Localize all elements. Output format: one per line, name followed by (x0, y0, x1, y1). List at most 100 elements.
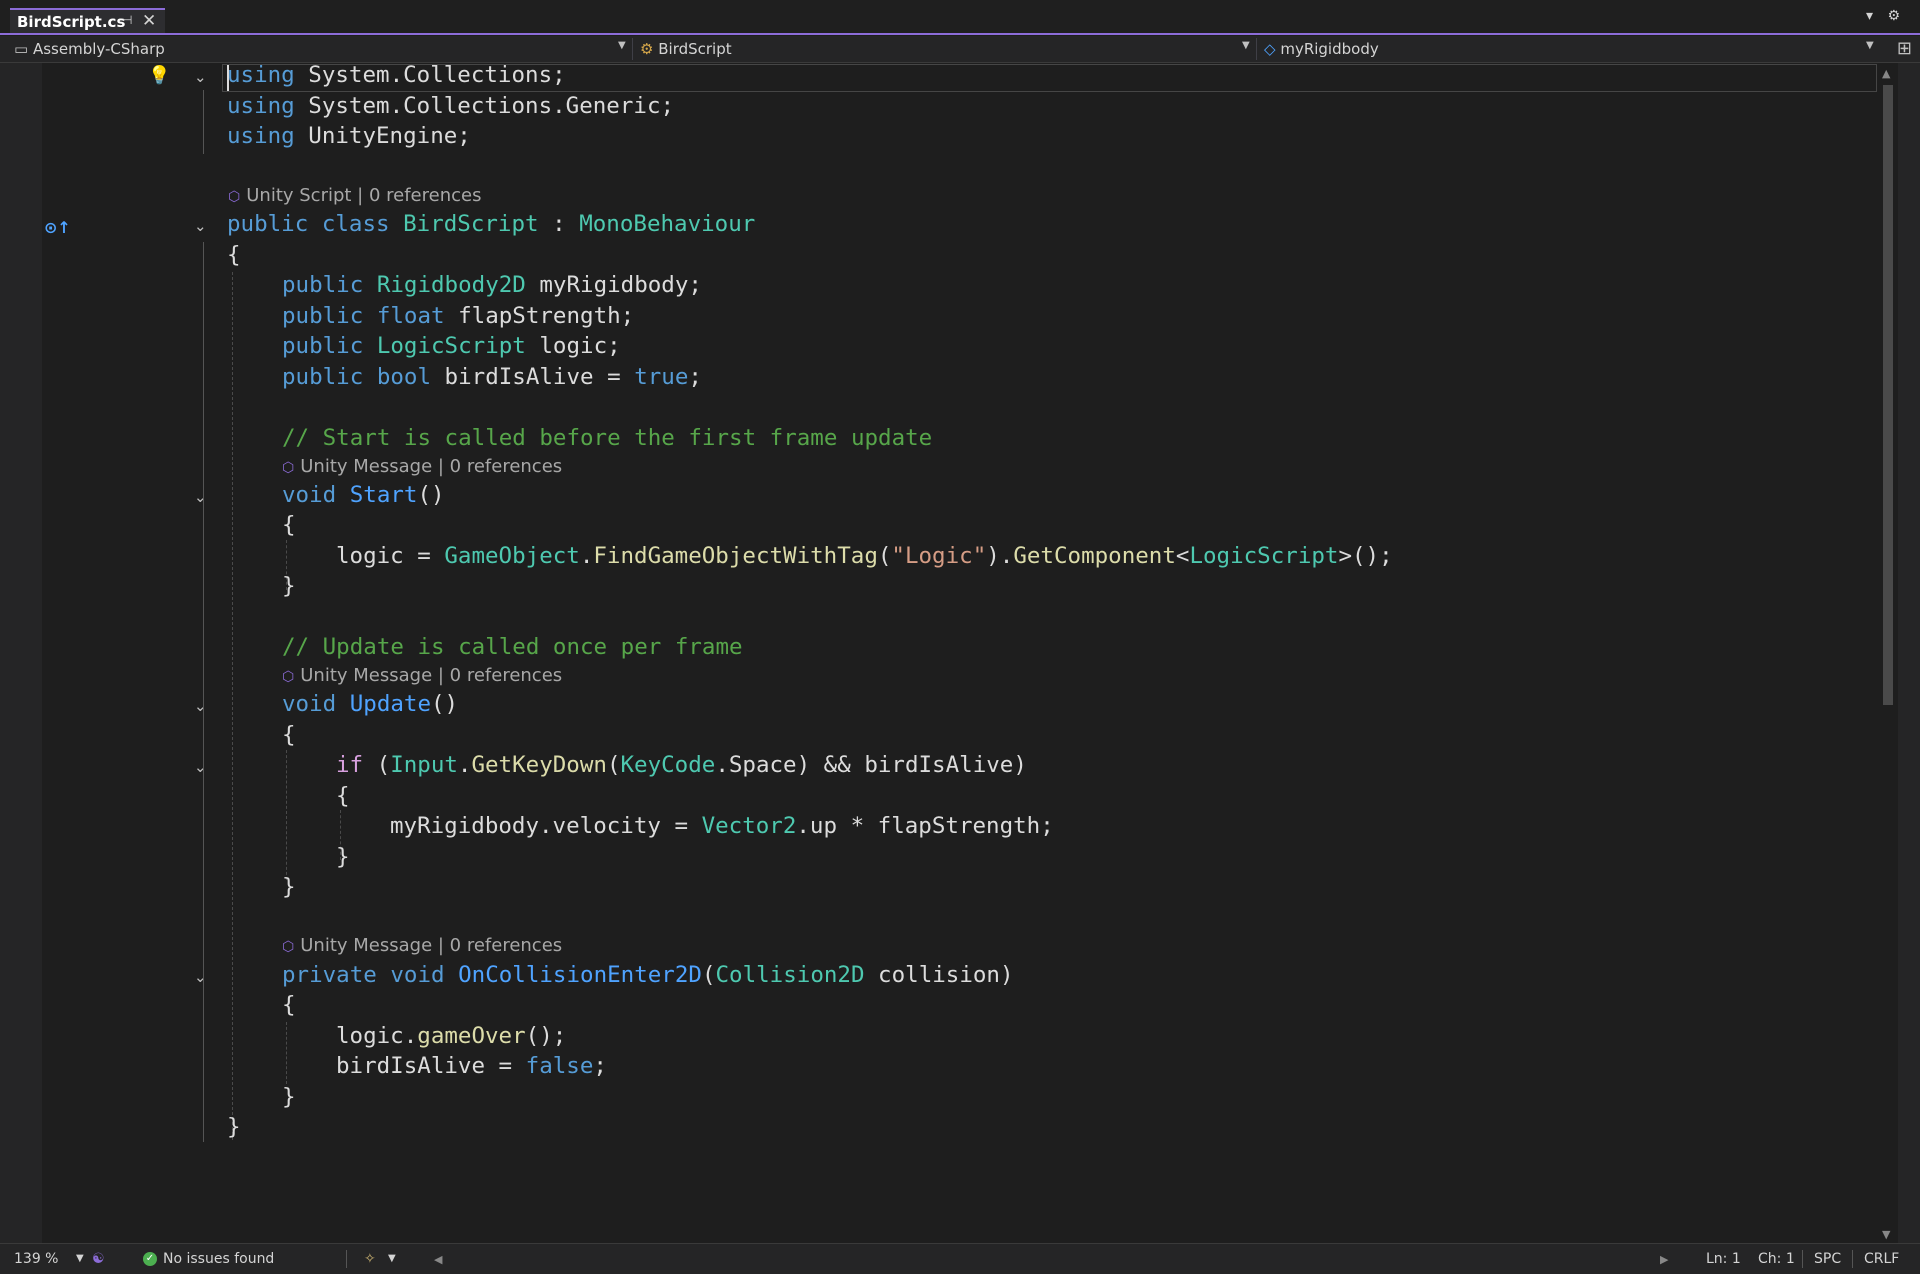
tab-overflow-icon[interactable]: ▾ (1866, 8, 1873, 24)
split-window-icon[interactable]: ⊞ (1897, 38, 1912, 59)
code-line-3[interactable]: using UnityEngine; (227, 123, 471, 149)
object-ref: logic. (336, 1023, 418, 1049)
brace: { (336, 783, 350, 809)
code-line-16[interactable]: } (282, 573, 296, 599)
field-declaration: logic; (525, 333, 621, 359)
chevron-down-icon[interactable]: ▼ (1242, 40, 1250, 51)
chevron-down-icon[interactable]: ▼ (1866, 40, 1874, 51)
member-dropdown[interactable]: ◇ myRigidbody (1264, 40, 1379, 58)
document-tab[interactable]: BirdScript.cs ⊣ ✕ (10, 8, 165, 34)
class-label: BirdScript (658, 40, 732, 58)
codelens-update[interactable]: ⬡ Unity Message | 0 references (282, 665, 562, 686)
keyword-using: using (227, 62, 295, 88)
scroll-right-icon[interactable]: ▶ (1660, 1253, 1668, 1266)
keyword-public: public (282, 333, 364, 359)
scroll-up-icon[interactable]: ▲ (1882, 67, 1890, 80)
keyword-true: true (634, 364, 689, 390)
dot: . (552, 93, 566, 119)
keyword-public: public (282, 303, 364, 329)
code-line-24[interactable]: } (336, 844, 350, 870)
code-line-18[interactable]: // Update is called once per frame (282, 634, 743, 660)
code-line-31[interactable]: } (282, 1084, 296, 1110)
keyword-bool: bool (376, 364, 432, 390)
collapse-chevron-icon[interactable]: ⌄ (194, 697, 207, 715)
code-line-27[interactable]: private void OnCollisionEnter2D(Collisio… (282, 962, 1014, 988)
code-line-19[interactable]: void Update() (282, 691, 458, 717)
class-dropdown[interactable]: ⚙ BirdScript (640, 40, 732, 58)
keyword-void: void (282, 691, 337, 717)
implements-icon[interactable]: ⊙↑ (44, 218, 71, 237)
collapse-chevron-icon[interactable]: ⌄ (194, 488, 207, 506)
code-line-32[interactable]: } (227, 1114, 241, 1140)
code-line-12[interactable]: // Start is called before the first fram… (282, 425, 932, 451)
collapse-chevron-icon[interactable]: ⌄ (194, 758, 207, 776)
code-line-15[interactable]: logic = GameObject.FindGameObjectWithTag… (336, 543, 1393, 569)
code-line-30[interactable]: birdIsAlive = false; (336, 1053, 607, 1079)
brace: } (282, 573, 296, 599)
codelens-start[interactable]: ⬡ Unity Message | 0 references (282, 456, 562, 477)
code-line-9[interactable]: public LogicScript logic; (282, 333, 621, 359)
namespace-unityengine: UnityEngine (294, 123, 458, 149)
field-declaration: birdIsAlive = (431, 364, 635, 390)
type-collision2d: Collision2D (715, 962, 865, 988)
keyword-private: private (282, 962, 377, 988)
code-line-25[interactable]: } (282, 874, 296, 900)
keyword-public: public (282, 272, 364, 298)
status-bar: 139 % ▼ ☯ ✓ No issues found ✧ ▼ ◀ ▶ Ln: 1… (0, 1243, 1920, 1274)
scroll-left-icon[interactable]: ◀ (434, 1253, 442, 1266)
brace: } (336, 844, 350, 870)
dot: . (389, 62, 404, 88)
code-line-14[interactable]: { (282, 512, 296, 538)
copilot-icon[interactable]: ☯ (92, 1251, 105, 1267)
project-dropdown[interactable]: ▭ Assembly-CSharp (14, 40, 165, 58)
member-label: myRigidbody (1280, 40, 1379, 58)
code-line-28[interactable]: { (282, 992, 296, 1018)
collapse-chevron-icon[interactable]: ⌄ (194, 217, 207, 235)
tab-title[interactable]: BirdScript.cs (17, 13, 125, 31)
collapse-chevron-icon[interactable]: ⌄ (194, 968, 207, 986)
gear-icon[interactable]: ⚙ (1887, 8, 1900, 24)
chevron-down-icon[interactable]: ▼ (76, 1253, 84, 1264)
pin-icon[interactable]: ⊣ (122, 13, 132, 27)
char-indicator[interactable]: Ch: 1 (1758, 1251, 1795, 1267)
check-circle-icon: ✓ (143, 1252, 157, 1266)
collapse-chevron-icon[interactable]: ⌄ (194, 68, 207, 86)
code-line-1[interactable]: using System.Collections; (227, 62, 566, 88)
code-line-2[interactable]: using System.Collections.Generic; (227, 93, 674, 119)
issues-indicator[interactable]: ✓ No issues found (143, 1251, 274, 1267)
lightbulb-icon[interactable]: 💡 (148, 65, 170, 86)
chevron-down-icon[interactable]: ▼ (618, 40, 626, 51)
whitespace-indicator[interactable]: SPC (1814, 1251, 1841, 1267)
code-line-7[interactable]: public Rigidbody2D myRigidbody; (282, 272, 702, 298)
nav-divider (632, 38, 633, 60)
code-line-20[interactable]: { (282, 722, 296, 748)
code-line-23[interactable]: myRigidbody.velocity = Vector2.up * flap… (390, 813, 1054, 839)
scroll-down-icon[interactable]: ▼ (1882, 1228, 1890, 1241)
zoom-level[interactable]: 139 % (14, 1251, 58, 1267)
chevron-down-icon[interactable]: ▼ (388, 1253, 396, 1264)
codelens-class[interactable]: ⬡ Unity Script | 0 references (228, 185, 481, 206)
line-ending-indicator[interactable]: CRLF (1864, 1251, 1899, 1267)
code-line-21[interactable]: if (Input.GetKeyDown(KeyCode.Space) && b… (336, 752, 1027, 778)
comment: // Start is called before the first fram… (282, 425, 933, 451)
code-line-29[interactable]: logic.gameOver(); (336, 1023, 566, 1049)
type-rigidbody2d: Rigidbody2D (376, 272, 526, 298)
scrollbar-thumb[interactable] (1883, 85, 1893, 705)
code-line-5[interactable]: public class BirdScript : MonoBehaviour (227, 211, 755, 237)
code-line-10[interactable]: public bool birdIsAlive = true; (282, 364, 702, 390)
line-indicator[interactable]: Ln: 1 (1706, 1251, 1741, 1267)
close-icon[interactable]: ✕ (142, 11, 156, 31)
code-line-22[interactable]: { (336, 783, 350, 809)
code-line-8[interactable]: public float flapStrength; (282, 303, 634, 329)
vertical-scrollbar[interactable]: ▲ ▼ (1880, 63, 1896, 1243)
expression-rest: .up * flapStrength; (796, 813, 1054, 839)
code-line-13[interactable]: void Start() (282, 482, 445, 508)
code-line-6[interactable]: { (227, 242, 241, 268)
code-cleanup-icon[interactable]: ✧ (364, 1251, 376, 1267)
codelens-collision[interactable]: ⬡ Unity Message | 0 references (282, 935, 562, 956)
keyword-void: void (282, 482, 337, 508)
comment: // Update is called once per frame (282, 634, 743, 660)
